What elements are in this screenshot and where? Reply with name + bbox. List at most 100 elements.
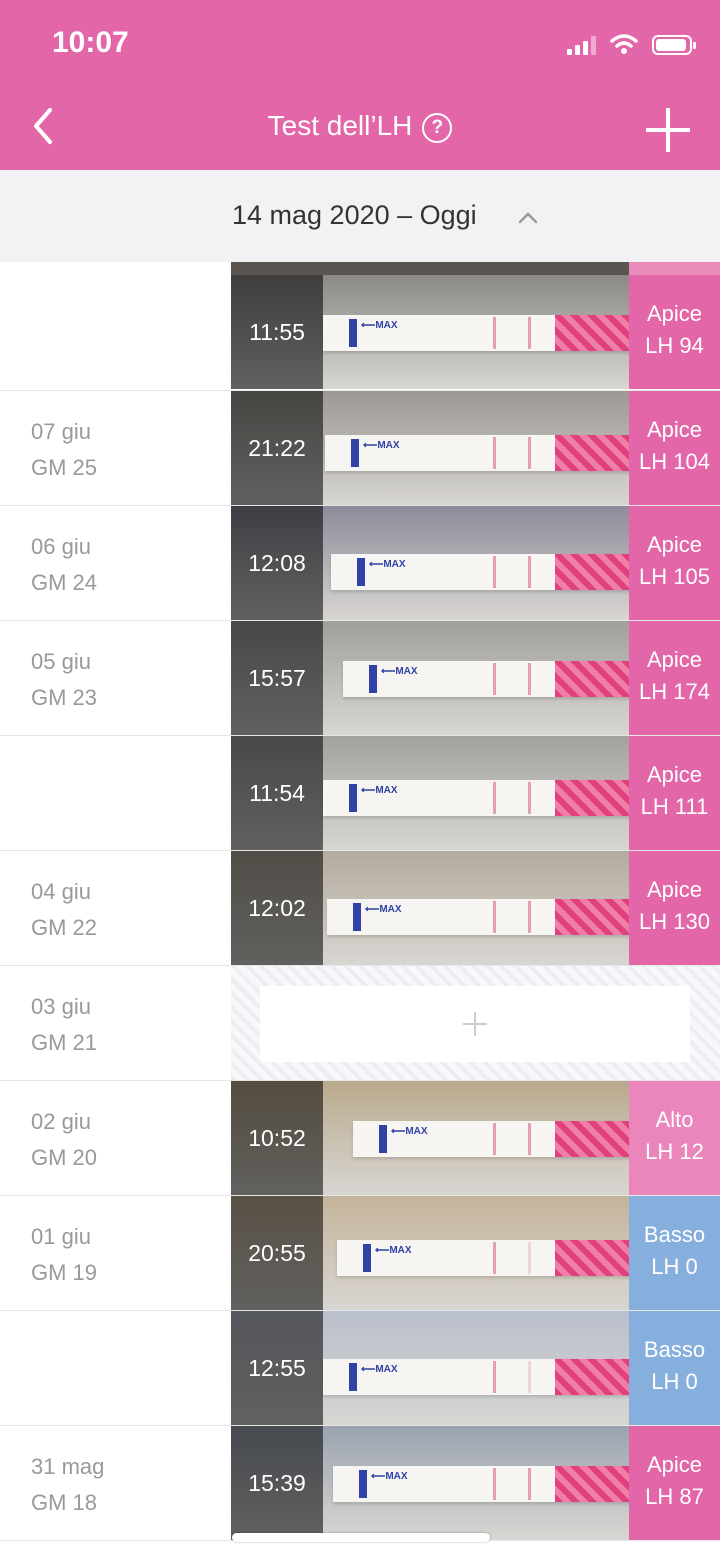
list-item[interactable]: 07 giu GM 25 ⟵MAX 21:22 Apice LH 104 xyxy=(0,391,720,506)
list-item[interactable]: 31 mag GM 18 ⟵MAX 15:39 Apice LH 87 xyxy=(0,1426,720,1541)
test-time: 12:02 xyxy=(248,895,306,921)
test-list: ⟵MAX 11:55 Apice LH 94 07 giu GM 25 ⟵MAX 21:22 A… xyxy=(0,275,720,1541)
strip-max-label: ⟵MAX xyxy=(363,440,400,451)
strip-line xyxy=(493,1361,496,1393)
list-item[interactable]: ⟵MAX 12:55 Basso LH 0 xyxy=(0,1311,720,1426)
cellular-signal-icon xyxy=(567,35,596,55)
plus-icon xyxy=(463,1012,487,1036)
strip-handle xyxy=(555,1121,629,1157)
date-range-header[interactable]: 14 mag 2020 – Oggi xyxy=(0,170,720,262)
list-item[interactable]: 04 giu GM 22 ⟵MAX 12:02 Apice LH 130 xyxy=(0,851,720,966)
row-cycle-day: GM 20 xyxy=(31,1145,98,1170)
result-level: Apice xyxy=(646,877,703,902)
test-photo[interactable]: ⟵MAX 12:55 xyxy=(231,1311,629,1425)
test-strip-image: ⟵MAX xyxy=(337,1240,629,1276)
test-time: 12:08 xyxy=(248,550,306,576)
result-badge: Apice LH 94 xyxy=(629,275,720,389)
status-icons xyxy=(567,33,696,55)
result-value: LH 174 xyxy=(639,679,710,704)
strip-line xyxy=(493,317,496,349)
list-item[interactable]: 02 giu GM 20 ⟵MAX 10:52 Alto LH 12 xyxy=(0,1081,720,1196)
strip-handle xyxy=(555,1359,629,1395)
test-photo[interactable]: ⟵MAX 15:39 xyxy=(231,1426,629,1540)
list-item[interactable]: 03 giu GM 21 xyxy=(0,966,720,1081)
strip-line xyxy=(528,1468,531,1500)
strip-max-label: ⟵MAX xyxy=(371,1471,408,1482)
test-strip-image: ⟵MAX xyxy=(325,435,629,471)
test-photo[interactable]: ⟵MAX 12:02 xyxy=(231,851,629,965)
result-value: LH 104 xyxy=(639,449,710,474)
test-strip-image: ⟵MAX xyxy=(353,1121,629,1157)
strip-line xyxy=(493,556,496,588)
result-level: Apice xyxy=(646,647,703,672)
previous-result-edge xyxy=(629,262,720,275)
test-photo[interactable]: ⟵MAX 11:55 xyxy=(231,275,629,389)
strip-handle xyxy=(555,554,629,590)
test-strip-image: ⟵MAX xyxy=(323,780,629,816)
test-strip-image: ⟵MAX xyxy=(331,554,629,590)
add-test-button[interactable] xyxy=(646,108,690,152)
row-cycle-day: GM 19 xyxy=(31,1260,98,1285)
strip-marker xyxy=(379,1125,387,1153)
status-bar: 10:07 xyxy=(0,0,720,88)
strip-max-label: ⟵MAX xyxy=(375,1245,412,1256)
strip-line xyxy=(493,1242,496,1274)
list-item[interactable]: 05 giu GM 23 ⟵MAX 15:57 Apice LH 174 xyxy=(0,621,720,736)
result-value: LH 12 xyxy=(645,1139,704,1164)
empty-slot xyxy=(231,966,720,1080)
strip-line xyxy=(493,901,496,933)
strip-marker xyxy=(349,319,357,347)
test-time: 21:22 xyxy=(248,435,306,461)
result-badge: Apice LH 111 xyxy=(629,736,720,850)
test-photo[interactable]: ⟵MAX 12:08 xyxy=(231,506,629,620)
result-badge: Apice LH 130 xyxy=(629,851,720,965)
list-item[interactable]: ⟵MAX 11:55 Apice LH 94 xyxy=(0,275,720,391)
list-item[interactable]: 06 giu GM 24 ⟵MAX 12:08 Apice LH 105 xyxy=(0,506,720,621)
strip-max-label: ⟵MAX xyxy=(361,1364,398,1375)
row-date: 31 mag xyxy=(31,1454,105,1479)
test-photo[interactable]: ⟵MAX 21:22 xyxy=(231,391,629,505)
strip-line xyxy=(528,782,531,814)
add-entry-button[interactable] xyxy=(260,986,690,1062)
test-photo[interactable]: ⟵MAX 20:55 xyxy=(231,1196,629,1310)
result-level: Apice xyxy=(646,532,703,557)
result-badge: Alto LH 12 xyxy=(629,1081,720,1195)
test-photo[interactable]: ⟵MAX 10:52 xyxy=(231,1081,629,1195)
page-title: Test dell’LH? xyxy=(0,110,720,143)
test-time: 11:54 xyxy=(249,780,305,806)
row-date: 03 giu xyxy=(31,994,91,1019)
test-strip-image: ⟵MAX xyxy=(327,899,629,935)
row-cycle-day: GM 22 xyxy=(31,915,98,940)
test-time: 20:55 xyxy=(248,1240,306,1266)
row-cycle-day: GM 23 xyxy=(31,685,98,710)
strip-max-label: ⟵MAX xyxy=(391,1126,428,1137)
strip-line xyxy=(528,437,531,469)
result-level: Basso xyxy=(643,1337,706,1362)
nav-bar: Test dell’LH? xyxy=(0,88,720,170)
list-item[interactable]: 01 giu GM 19 ⟵MAX 20:55 Basso LH 0 xyxy=(0,1196,720,1311)
list-item[interactable]: ⟵MAX 11:54 Apice LH 111 xyxy=(0,736,720,851)
help-icon[interactable]: ? xyxy=(422,113,453,143)
previous-photo-edge xyxy=(231,262,629,275)
result-value: LH 0 xyxy=(651,1369,698,1394)
test-strip-image: ⟵MAX xyxy=(323,1359,629,1395)
page-title-text: Test dell’LH xyxy=(267,110,413,141)
result-badge: Apice LH 105 xyxy=(629,506,720,620)
strip-max-label: ⟵MAX xyxy=(369,559,406,570)
test-time: 11:55 xyxy=(249,319,305,345)
chevron-up-icon[interactable] xyxy=(518,208,538,228)
strip-line xyxy=(528,1123,531,1155)
test-photo[interactable]: ⟵MAX 15:57 xyxy=(231,621,629,735)
strip-line xyxy=(528,317,531,349)
row-cycle-day: GM 24 xyxy=(31,570,98,595)
result-value: LH 87 xyxy=(645,1484,704,1509)
test-strip-image: ⟵MAX xyxy=(343,661,629,697)
result-value: LH 105 xyxy=(639,564,710,589)
row-cycle-day: GM 18 xyxy=(31,1490,98,1515)
date-range-text: 14 mag 2020 – Oggi xyxy=(232,200,477,230)
strip-line xyxy=(493,663,496,695)
strip-marker xyxy=(357,558,365,586)
strip-marker xyxy=(353,903,361,931)
test-photo[interactable]: ⟵MAX 11:54 xyxy=(231,736,629,850)
test-time: 15:57 xyxy=(248,665,306,691)
